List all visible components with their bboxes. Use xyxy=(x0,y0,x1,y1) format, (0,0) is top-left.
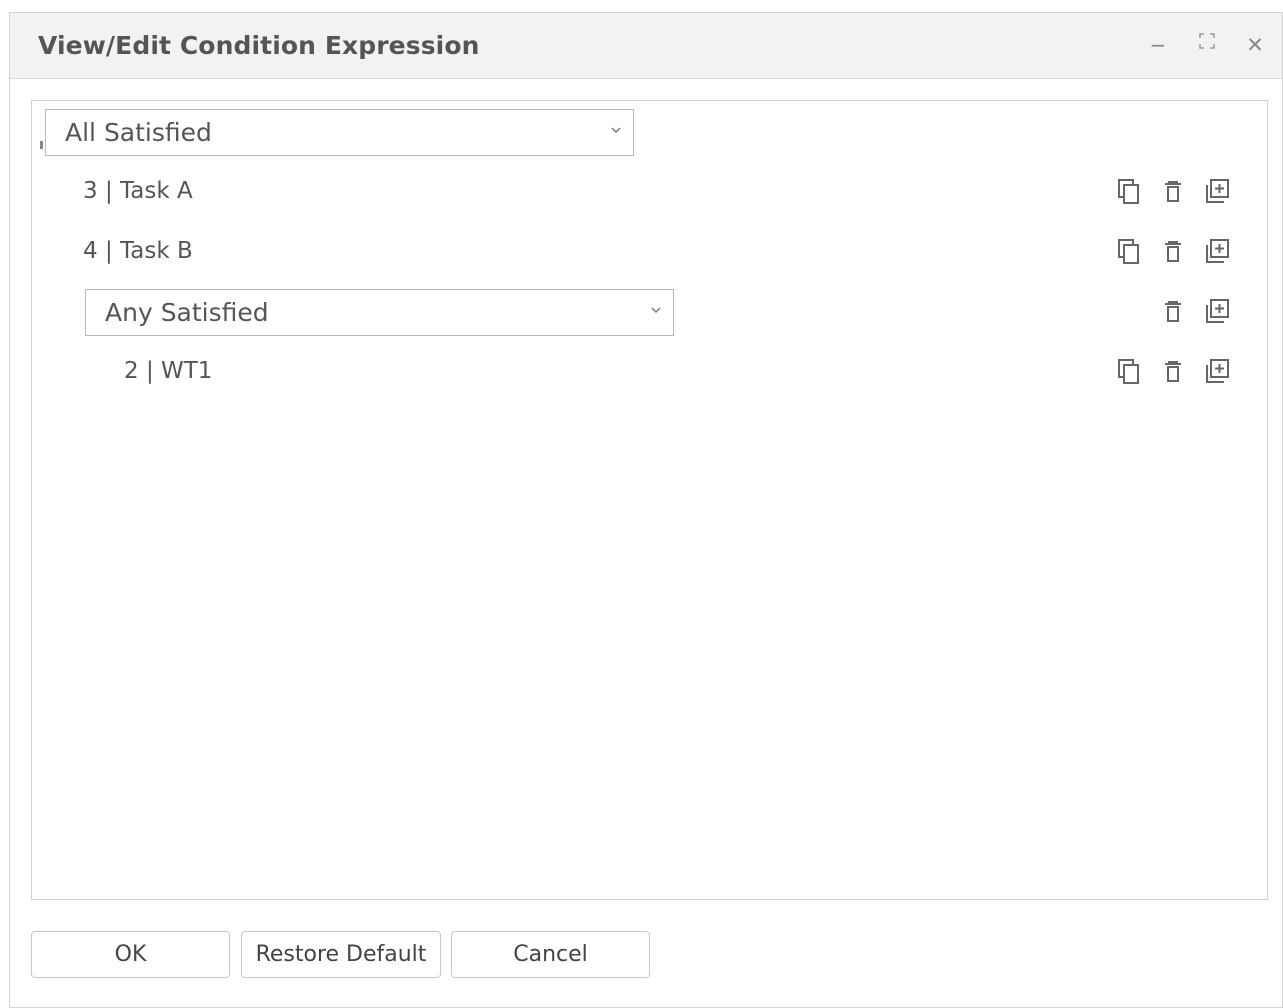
sub-condition-select[interactable]: Any Satisfied xyxy=(85,289,674,336)
cancel-button[interactable]: Cancel xyxy=(451,931,650,978)
trash-icon[interactable] xyxy=(1159,236,1187,268)
maximize-icon[interactable] xyxy=(1195,33,1219,57)
add-child-icon[interactable] xyxy=(1203,236,1231,268)
condition-row-wt1[interactable]: 2 | WT1 xyxy=(124,358,212,384)
minimize-icon[interactable]: − xyxy=(1146,33,1170,57)
dialog-title: View/Edit Condition Expression xyxy=(38,31,480,60)
condition-row-task-b[interactable]: 4 | Task B xyxy=(83,238,193,264)
trash-icon[interactable] xyxy=(1159,356,1187,388)
chevron-down-icon xyxy=(651,307,661,313)
dialog-titlebar[interactable]: View/Edit Condition Expression − ✕ xyxy=(10,13,1282,79)
sub-condition-value: Any Satisfied xyxy=(105,298,269,327)
tree-connector xyxy=(40,141,43,149)
ok-button[interactable]: OK xyxy=(31,931,230,978)
copy-icon[interactable] xyxy=(1115,176,1143,208)
condition-expression-dialog: View/Edit Condition Expression − ✕ All S… xyxy=(9,12,1283,1008)
copy-icon[interactable] xyxy=(1115,236,1143,268)
root-condition-value: All Satisfied xyxy=(65,118,212,147)
add-child-icon[interactable] xyxy=(1203,356,1231,388)
expression-tree-panel: All Satisfied 3 | Task A 4 | Task B Any … xyxy=(31,100,1268,900)
chevron-down-icon xyxy=(611,127,621,133)
close-icon[interactable]: ✕ xyxy=(1243,33,1267,57)
trash-icon[interactable] xyxy=(1159,296,1187,328)
restore-default-button[interactable]: Restore Default xyxy=(241,931,441,978)
copy-icon[interactable] xyxy=(1115,356,1143,388)
add-child-icon[interactable] xyxy=(1203,296,1231,328)
condition-row-task-a[interactable]: 3 | Task A xyxy=(83,178,193,204)
root-condition-select[interactable]: All Satisfied xyxy=(45,109,634,156)
trash-icon[interactable] xyxy=(1159,176,1187,208)
add-child-icon[interactable] xyxy=(1203,176,1231,208)
